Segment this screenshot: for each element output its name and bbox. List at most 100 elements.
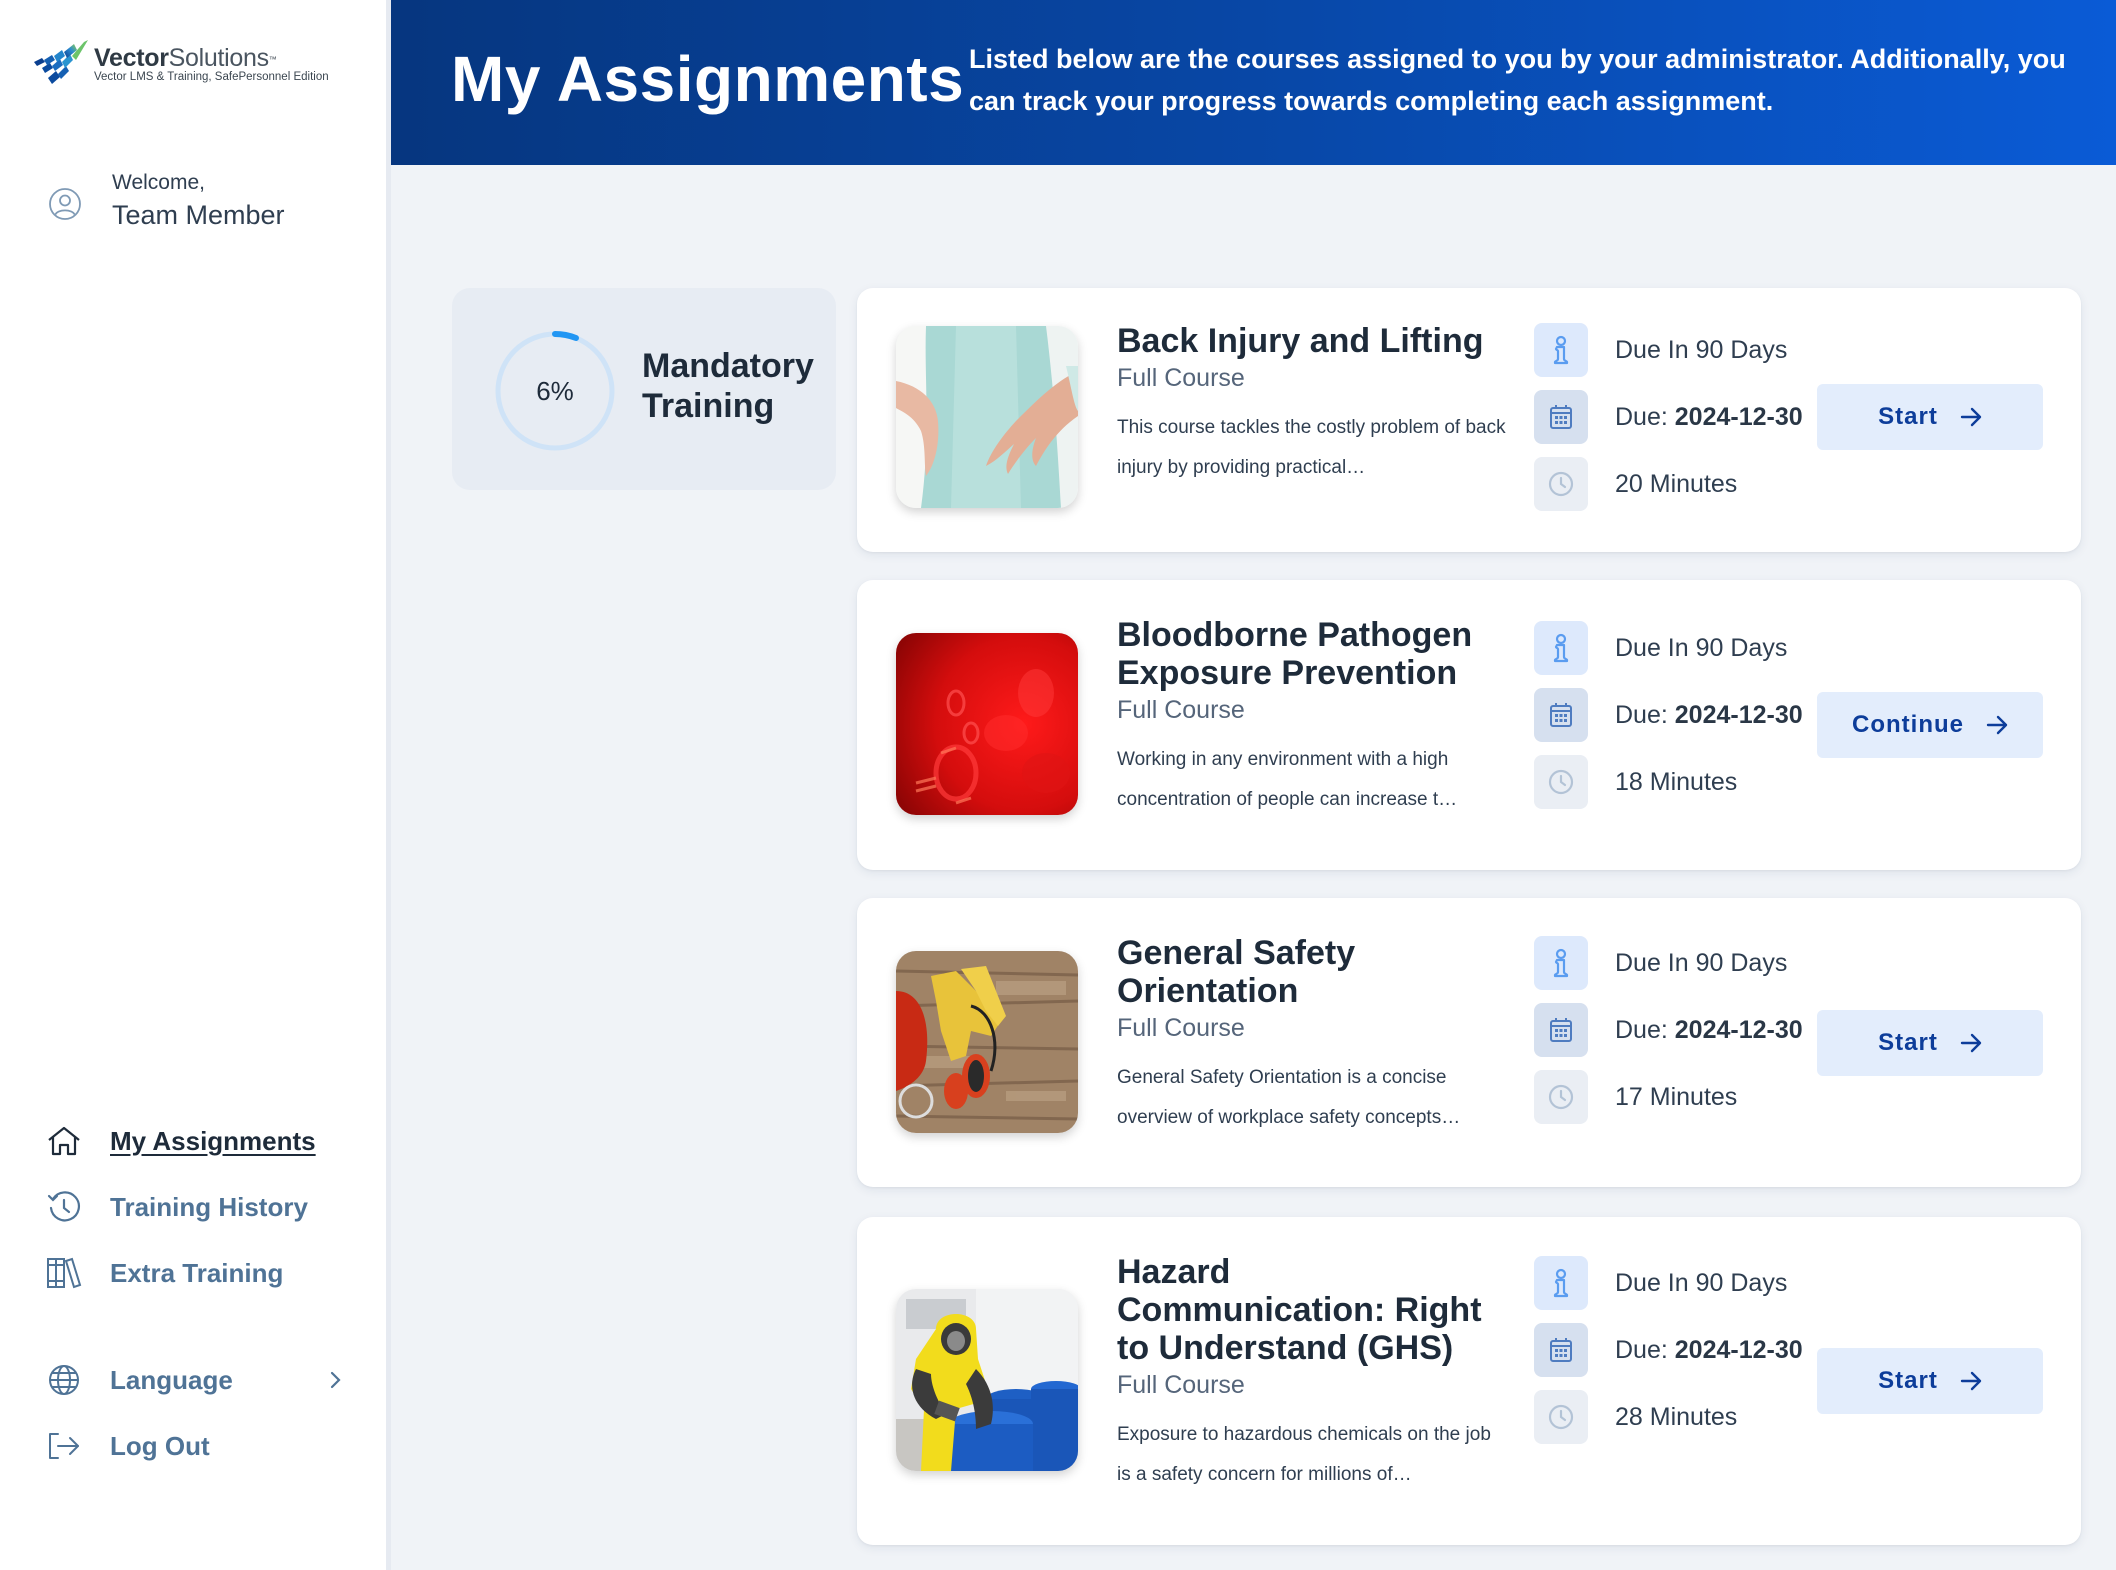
clock-icon [1534, 1070, 1588, 1124]
course-title[interactable]: Bloodborne Pathogen Exposure Prevention [1117, 616, 1507, 692]
course-card: Bloodborne Pathogen Exposure Prevention … [857, 580, 2081, 870]
course-description: Working in any environment with a high c… [1117, 749, 1458, 810]
button-label: Start [1878, 1029, 1938, 1056]
course-title[interactable]: Hazard Communication: Right to Understan… [1117, 1253, 1507, 1367]
history-icon [46, 1189, 82, 1225]
nav-item-language[interactable]: Language [46, 1347, 346, 1413]
user-welcome: Welcome, Team Member [48, 168, 285, 232]
course-description: Exposure to hazardous chemicals on the j… [1117, 1424, 1491, 1485]
arrow-right-icon [1960, 1033, 1982, 1053]
page-title: My Assignments [451, 43, 965, 115]
course-type: Full Course [1117, 696, 1245, 724]
calendar-icon [1534, 1003, 1588, 1057]
arrow-right-icon [1960, 1371, 1982, 1391]
brand-name-light: Solutions [168, 44, 269, 72]
due-in-row: Due In 90 Days [1534, 621, 1834, 675]
due-date-text: Due: 2024-12-30 [1615, 403, 1803, 432]
due-label: Due: [1615, 1335, 1668, 1364]
due-in-row: Due In 90 Days [1534, 1256, 1834, 1310]
due-date: 2024-12-30 [1674, 1335, 1803, 1364]
start-course-button[interactable]: Start [1817, 1010, 2043, 1076]
due-date-text: Due: 2024-12-30 [1615, 1016, 1803, 1045]
due-in-text: Due In 90 Days [1615, 633, 1788, 662]
mandatory-training-progress-card[interactable]: 6% Mandatory Training [452, 288, 836, 490]
trademark: ™ [268, 55, 277, 64]
hazmat-worker-image[interactable] [896, 1289, 1078, 1471]
info-icon [1534, 1256, 1588, 1310]
due-date-text: Due: 2024-12-30 [1615, 701, 1803, 730]
due-label: Due: [1615, 402, 1668, 431]
brand-logo[interactable]: VectorSolutions™ Vector LMS & Training, … [32, 38, 329, 92]
course-description: General Safety Orientation is a concise … [1117, 1067, 1461, 1128]
due-date: 2024-12-30 [1674, 700, 1803, 729]
button-label: Start [1878, 403, 1938, 430]
clock-icon [1534, 457, 1588, 511]
due-in-row: Due In 90 Days [1534, 323, 1834, 377]
vector-solutions-logo-icon [34, 40, 88, 84]
start-course-button[interactable]: Start [1817, 384, 2043, 450]
nav-item-extra-training[interactable]: Extra Training [46, 1240, 346, 1306]
user-name: Team Member [112, 200, 285, 230]
duration-row: 28 Minutes [1534, 1390, 1834, 1444]
user-circle-icon [49, 188, 81, 220]
globe-icon [46, 1362, 82, 1398]
button-label: Start [1878, 1367, 1938, 1394]
due-date-row: Due: 2024-12-30 [1534, 1323, 1834, 1377]
duration-text: 18 Minutes [1615, 767, 1738, 796]
secondary-nav: Language Log Out [46, 1347, 346, 1479]
nav-label: Extra Training [110, 1257, 284, 1288]
clock-icon [1534, 755, 1588, 809]
safety-gear-image[interactable] [896, 951, 1078, 1133]
back-injury-image[interactable] [896, 326, 1078, 508]
continue-course-button[interactable]: Continue [1817, 692, 2043, 758]
due-in-text: Due In 90 Days [1615, 948, 1788, 977]
course-type: Full Course [1117, 364, 1245, 392]
blood-cells-image[interactable] [896, 633, 1078, 815]
progress-label: Mandatory Training [642, 347, 814, 425]
course-type: Full Course [1117, 1371, 1245, 1399]
course-type: Full Course [1117, 1014, 1245, 1042]
page-header: My Assignments Listed below are the cour… [391, 0, 2116, 165]
duration-text: 20 Minutes [1615, 469, 1738, 498]
sidebar: VectorSolutions™ Vector LMS & Training, … [0, 0, 386, 1570]
nav-label: Training History [110, 1191, 308, 1222]
info-icon [1534, 621, 1588, 675]
brand-name-bold: Vector [94, 44, 169, 72]
due-date-text: Due: 2024-12-30 [1615, 1336, 1803, 1365]
calendar-icon [1534, 1323, 1588, 1377]
primary-nav: My Assignments Training History Extra Tr… [46, 1108, 346, 1306]
course-description: This course tackles the costly problem o… [1117, 417, 1506, 478]
duration-row: 17 Minutes [1534, 1070, 1834, 1124]
nav-item-log-out[interactable]: Log Out [46, 1413, 346, 1479]
duration-text: 28 Minutes [1615, 1402, 1738, 1431]
due-date: 2024-12-30 [1674, 402, 1803, 431]
nav-label: Language [110, 1364, 233, 1395]
calendar-icon [1534, 390, 1588, 444]
nav-item-training-history[interactable]: Training History [46, 1174, 346, 1240]
start-course-button[interactable]: Start [1817, 1348, 2043, 1414]
page-description: Listed below are the courses assigned to… [969, 44, 2066, 116]
welcome-label: Welcome, [112, 171, 205, 194]
due-date-row: Due: 2024-12-30 [1534, 1003, 1834, 1057]
nav-label: Log Out [110, 1430, 210, 1461]
clock-icon [1534, 1390, 1588, 1444]
duration-text: 17 Minutes [1615, 1082, 1738, 1111]
due-date-row: Due: 2024-12-30 [1534, 688, 1834, 742]
nav-item-my-assignments[interactable]: My Assignments [46, 1108, 346, 1174]
course-card: Hazard Communication: Right to Understan… [857, 1217, 2081, 1545]
course-title[interactable]: General Safety Orientation [1117, 934, 1507, 1010]
brand-subtitle: Vector LMS & Training, SafePersonnel Edi… [94, 71, 329, 83]
due-label: Due: [1615, 700, 1668, 729]
duration-row: 18 Minutes [1534, 755, 1834, 809]
due-date: 2024-12-30 [1674, 1015, 1803, 1044]
arrow-right-icon [1986, 715, 2008, 735]
course-title[interactable]: Back Injury and Lifting [1117, 322, 1507, 360]
info-icon [1534, 936, 1588, 990]
due-label: Due: [1615, 1015, 1668, 1044]
progress-percent: 6% [536, 375, 574, 406]
home-icon [46, 1123, 82, 1159]
due-in-text: Due In 90 Days [1615, 335, 1788, 364]
due-in-row: Due In 90 Days [1534, 936, 1834, 990]
course-card: Back Injury and Lifting Full Course This… [857, 288, 2081, 552]
button-label: Continue [1852, 711, 1964, 738]
